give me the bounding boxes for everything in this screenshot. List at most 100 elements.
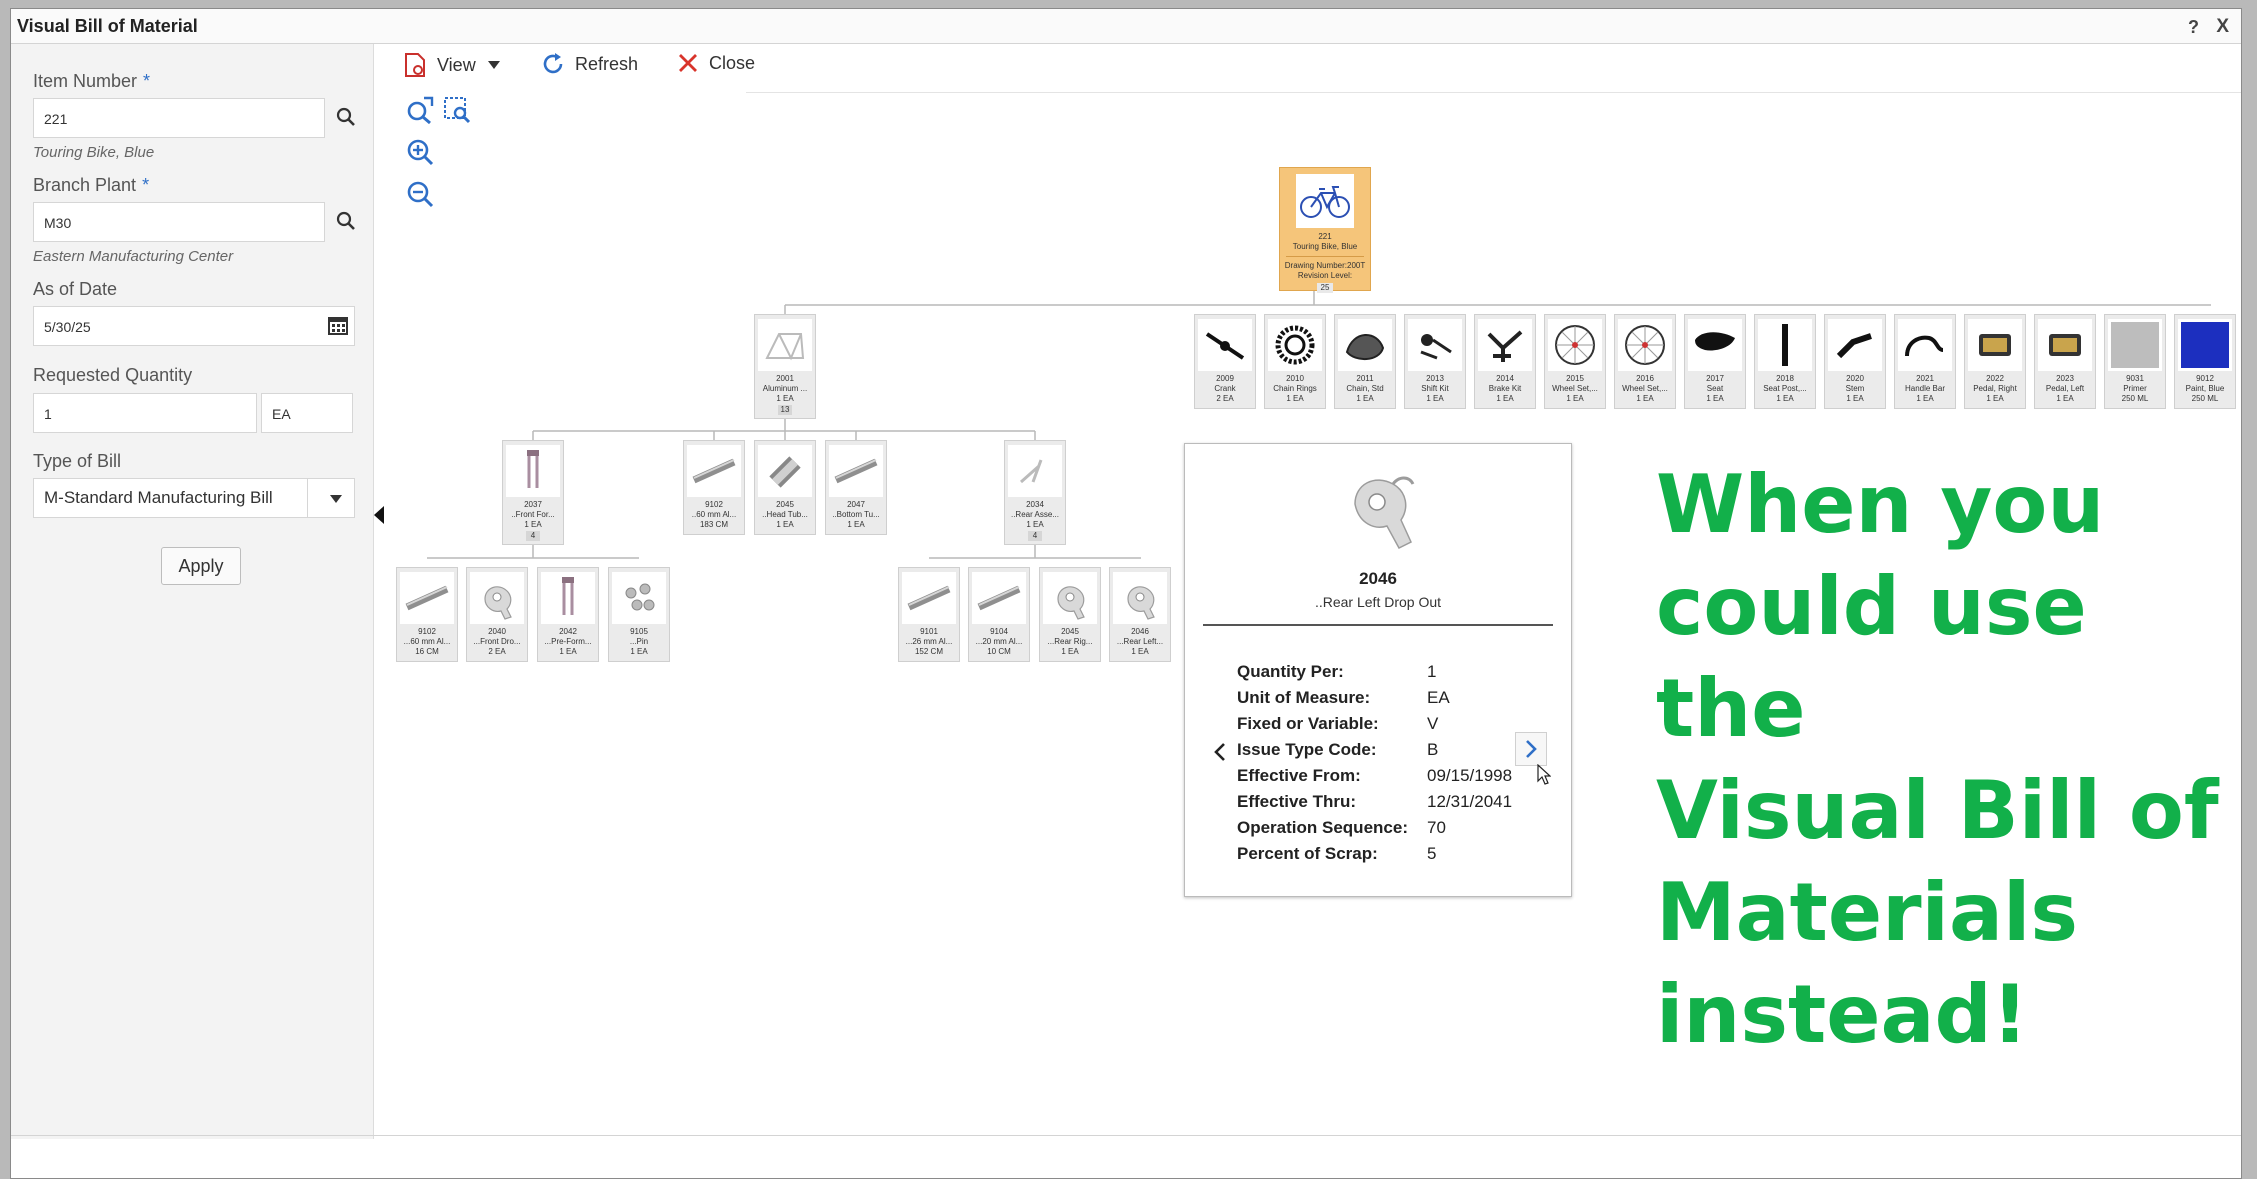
node-number: 2022 xyxy=(1986,374,2004,383)
bom-node-level1[interactable]: 2013 Shift Kit 1 EA xyxy=(1404,314,1466,409)
chevron-right-icon xyxy=(1526,740,1537,758)
node-number: 2045 xyxy=(776,500,794,509)
node-quantity: 2 EA xyxy=(488,647,506,656)
bom-node-level2[interactable]: 9102 ..60 mm Al... 183 CM xyxy=(683,440,745,535)
detail-key: Fixed or Variable: xyxy=(1237,714,1379,733)
node-number: 2020 xyxy=(1846,374,1864,383)
bom-node-level3[interactable]: 2045 ...Rear Rig... 1 EA xyxy=(1039,567,1101,662)
node-quantity: 1 EA xyxy=(1636,394,1654,403)
fork-icon xyxy=(541,572,595,624)
node-number: 9101 xyxy=(920,627,938,636)
overlay-line-1: When you xyxy=(1656,458,2105,551)
bom-node-level3[interactable]: 9105 ...Pin 1 EA xyxy=(608,567,670,662)
rear-icon xyxy=(1008,445,1062,497)
node-quantity: 1 EA xyxy=(1566,394,1584,403)
node-number: 9102 xyxy=(418,627,436,636)
root-drawing: Drawing Number:200T xyxy=(1284,261,1366,270)
node-quantity: 1 EA xyxy=(1916,394,1934,403)
node-quantity: 10 CM xyxy=(987,647,1011,656)
node-quantity: 250 ML xyxy=(2191,394,2219,403)
node-number: 9104 xyxy=(990,627,1008,636)
node-number: 2045 xyxy=(1061,627,1079,636)
node-quantity: 1 EA xyxy=(1286,394,1304,403)
popup-item-description: ..Rear Left Drop Out xyxy=(1314,594,1442,610)
node-number: 2023 xyxy=(2056,374,2074,383)
bom-node-level1[interactable]: 2018 Seat Post,... 1 EA xyxy=(1754,314,1816,409)
root-name: Touring Bike, Blue xyxy=(1292,242,1358,251)
overlay-line-2: could use the xyxy=(1656,560,2087,755)
node-quantity: 1 EA xyxy=(1026,520,1044,529)
child-count-badge: 4 xyxy=(526,531,540,541)
root-node[interactable]: 221 Touring Bike, Blue Drawing Number:20… xyxy=(1279,167,1371,293)
node-number: 2018 xyxy=(1776,374,1794,383)
bom-node-level1[interactable]: 2023 Pedal, Left 1 EA xyxy=(2034,314,2096,409)
node-number: 2040 xyxy=(488,627,506,636)
detail-key: Operation Sequence: xyxy=(1237,818,1408,837)
bom-node-level1[interactable]: 2015 Wheel Set,... 1 EA xyxy=(1544,314,1606,409)
node-quantity: 183 CM xyxy=(699,520,728,529)
node-quantity: 250 ML xyxy=(2121,394,2149,403)
detail-key: Unit of Measure: xyxy=(1237,688,1371,707)
next-button[interactable] xyxy=(1515,732,1547,766)
bom-node-level2[interactable]: 2034 ..Rear Asse... 1 EA 4 xyxy=(1004,440,1066,545)
node-name: ..Rear Asse... xyxy=(1010,510,1060,519)
bom-node-level1[interactable]: 2009 Crank 2 EA xyxy=(1194,314,1256,409)
popup-detail-row: Operation Sequence: 70 xyxy=(1237,818,1446,838)
node-quantity: 1 EA xyxy=(1426,394,1444,403)
chevron-left-icon[interactable] xyxy=(1213,742,1227,762)
bom-node-level2[interactable]: 2045 ..Head Tub... 1 EA xyxy=(754,440,816,535)
bar-icon xyxy=(1898,319,1952,371)
detail-key: Percent of Scrap: xyxy=(1237,844,1378,863)
detail-value: 09/15/1998 xyxy=(1427,766,1513,785)
bom-node-level1[interactable]: 9031 Primer 250 ML xyxy=(2104,314,2166,409)
popup-item-number: 2046 xyxy=(1359,569,1397,588)
wheel-icon xyxy=(1618,319,1672,371)
node-name: Stem xyxy=(1845,384,1865,393)
promo-overlay-text: When you could use the Visual Bill of Ma… xyxy=(1656,454,2241,1066)
bom-node-level1[interactable]: 2001 Aluminum ... 1 EA 13 xyxy=(754,314,816,419)
popup-detail-row: Unit of Measure: EA xyxy=(1237,688,1450,708)
tube-icon xyxy=(902,572,956,624)
node-number: 2021 xyxy=(1916,374,1934,383)
node-name: ...Pin xyxy=(629,637,649,646)
bom-node-level1[interactable]: 2017 Seat 1 EA xyxy=(1684,314,1746,409)
bom-node-level1[interactable]: 2016 Wheel Set,... 1 EA xyxy=(1614,314,1676,409)
node-number: 2001 xyxy=(776,374,794,383)
bom-node-level3[interactable]: 2042 ...Pre-Form... 1 EA xyxy=(537,567,599,662)
bom-node-level1[interactable]: 2010 Chain Rings 1 EA xyxy=(1264,314,1326,409)
node-quantity: 1 EA xyxy=(1986,394,2004,403)
paint-icon xyxy=(2178,319,2232,371)
bom-node-level1[interactable]: 9012 Paint, Blue 250 ML xyxy=(2174,314,2236,409)
node-name: Pedal, Right xyxy=(1973,384,2017,393)
brake-icon xyxy=(1478,319,1532,371)
node-number: 2011 xyxy=(1356,374,1374,383)
detail-key: Effective Thru: xyxy=(1237,792,1357,811)
detail-value: 5 xyxy=(1427,844,1437,863)
bom-node-level1[interactable]: 2011 Chain, Std 1 EA xyxy=(1334,314,1396,409)
bom-node-level3[interactable]: 9102 ...60 mm Al... 16 CM xyxy=(396,567,458,662)
tube-icon xyxy=(687,445,741,497)
node-name: ..Bottom Tu... xyxy=(832,510,880,519)
bom-node-level1[interactable]: 2020 Stem 1 EA xyxy=(1824,314,1886,409)
child-count-badge: 13 xyxy=(778,405,792,415)
bom-node-level3[interactable]: 2040 ...Front Dro... 2 EA xyxy=(466,567,528,662)
node-name: Seat Post,... xyxy=(1763,384,1807,393)
bom-node-level3[interactable]: 9104 ...20 mm Al... 10 CM xyxy=(968,567,1030,662)
bom-node-level1[interactable]: 2014 Brake Kit 1 EA xyxy=(1474,314,1536,409)
detail-value: EA xyxy=(1427,688,1450,707)
overlay-line-4: Materials xyxy=(1656,866,2078,959)
root-number: 221 xyxy=(1318,232,1332,241)
bom-node-level1[interactable]: 2021 Handle Bar 1 EA xyxy=(1894,314,1956,409)
node-name: Chain, Std xyxy=(1346,384,1384,393)
bom-node-level2[interactable]: 2047 ..Bottom Tu... 1 EA xyxy=(825,440,887,535)
bom-node-level3[interactable]: 2046 ...Rear Left... 1 EA xyxy=(1109,567,1171,662)
node-name: Handle Bar xyxy=(1904,384,1946,393)
primer-icon xyxy=(2108,319,2162,371)
node-name: ..60 mm Al... xyxy=(691,510,737,519)
bom-node-level1[interactable]: 2022 Pedal, Right 1 EA xyxy=(1964,314,2026,409)
bom-node-level3[interactable]: 9101 ...26 mm Al... 152 CM xyxy=(898,567,960,662)
node-quantity: 2 EA xyxy=(1216,394,1234,403)
headtube-icon xyxy=(758,445,812,497)
node-name: Brake Kit xyxy=(1488,384,1522,393)
bom-node-level2[interactable]: 2037 ..Front For... 1 EA 4 xyxy=(502,440,564,545)
